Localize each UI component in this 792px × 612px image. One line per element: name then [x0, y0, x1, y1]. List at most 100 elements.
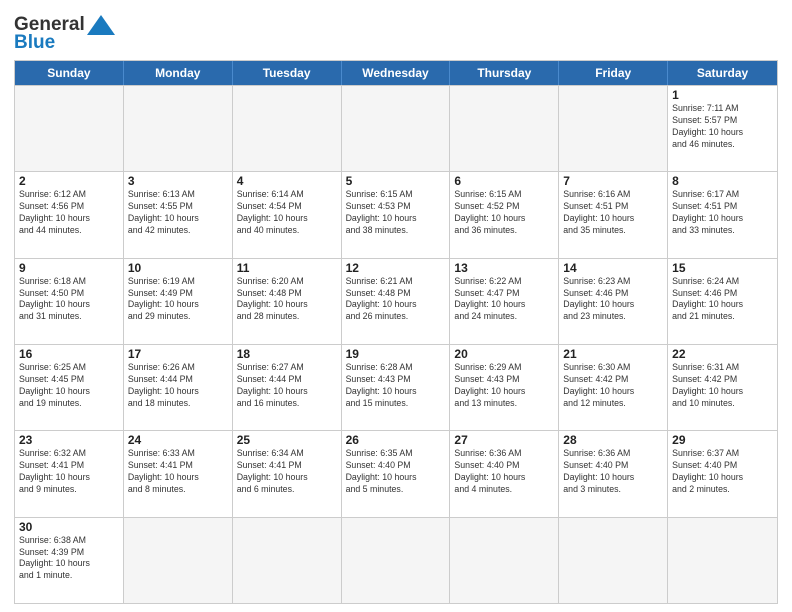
cal-cell-5-3: [342, 518, 451, 603]
day-number: 30: [19, 520, 119, 534]
cell-info: Sunrise: 6:35 AM Sunset: 4:40 PM Dayligh…: [346, 448, 446, 496]
header-day-thursday: Thursday: [450, 61, 559, 85]
cal-cell-4-3: 26Sunrise: 6:35 AM Sunset: 4:40 PM Dayli…: [342, 431, 451, 516]
day-number: 20: [454, 347, 554, 361]
day-number: 9: [19, 261, 119, 275]
header-day-tuesday: Tuesday: [233, 61, 342, 85]
cal-cell-4-4: 27Sunrise: 6:36 AM Sunset: 4:40 PM Dayli…: [450, 431, 559, 516]
calendar-row-0: 1Sunrise: 7:11 AM Sunset: 5:57 PM Daylig…: [15, 85, 777, 171]
cell-info: Sunrise: 6:27 AM Sunset: 4:44 PM Dayligh…: [237, 362, 337, 410]
calendar-header: SundayMondayTuesdayWednesdayThursdayFrid…: [15, 61, 777, 85]
cell-info: Sunrise: 6:37 AM Sunset: 4:40 PM Dayligh…: [672, 448, 773, 496]
cell-info: Sunrise: 6:23 AM Sunset: 4:46 PM Dayligh…: [563, 276, 663, 324]
cal-cell-2-4: 13Sunrise: 6:22 AM Sunset: 4:47 PM Dayli…: [450, 259, 559, 344]
cal-cell-3-0: 16Sunrise: 6:25 AM Sunset: 4:45 PM Dayli…: [15, 345, 124, 430]
cal-cell-1-0: 2Sunrise: 6:12 AM Sunset: 4:56 PM Daylig…: [15, 172, 124, 257]
cal-cell-4-0: 23Sunrise: 6:32 AM Sunset: 4:41 PM Dayli…: [15, 431, 124, 516]
cell-info: Sunrise: 6:29 AM Sunset: 4:43 PM Dayligh…: [454, 362, 554, 410]
cal-cell-1-4: 6Sunrise: 6:15 AM Sunset: 4:52 PM Daylig…: [450, 172, 559, 257]
cal-cell-1-3: 5Sunrise: 6:15 AM Sunset: 4:53 PM Daylig…: [342, 172, 451, 257]
cell-info: Sunrise: 6:13 AM Sunset: 4:55 PM Dayligh…: [128, 189, 228, 237]
cal-cell-3-6: 22Sunrise: 6:31 AM Sunset: 4:42 PM Dayli…: [668, 345, 777, 430]
day-number: 24: [128, 433, 228, 447]
cal-cell-5-2: [233, 518, 342, 603]
calendar-row-1: 2Sunrise: 6:12 AM Sunset: 4:56 PM Daylig…: [15, 171, 777, 257]
cell-info: Sunrise: 6:15 AM Sunset: 4:53 PM Dayligh…: [346, 189, 446, 237]
calendar-row-5: 30Sunrise: 6:38 AM Sunset: 4:39 PM Dayli…: [15, 517, 777, 603]
cal-cell-1-1: 3Sunrise: 6:13 AM Sunset: 4:55 PM Daylig…: [124, 172, 233, 257]
cal-cell-4-1: 24Sunrise: 6:33 AM Sunset: 4:41 PM Dayli…: [124, 431, 233, 516]
calendar: SundayMondayTuesdayWednesdayThursdayFrid…: [14, 60, 778, 604]
cal-cell-5-0: 30Sunrise: 6:38 AM Sunset: 4:39 PM Dayli…: [15, 518, 124, 603]
day-number: 7: [563, 174, 663, 188]
header-day-wednesday: Wednesday: [342, 61, 451, 85]
cell-info: Sunrise: 6:36 AM Sunset: 4:40 PM Dayligh…: [563, 448, 663, 496]
day-number: 21: [563, 347, 663, 361]
cal-cell-3-2: 18Sunrise: 6:27 AM Sunset: 4:44 PM Dayli…: [233, 345, 342, 430]
cal-cell-0-6: 1Sunrise: 7:11 AM Sunset: 5:57 PM Daylig…: [668, 86, 777, 171]
day-number: 22: [672, 347, 773, 361]
cell-info: Sunrise: 6:25 AM Sunset: 4:45 PM Dayligh…: [19, 362, 119, 410]
day-number: 27: [454, 433, 554, 447]
cal-cell-5-1: [124, 518, 233, 603]
cell-info: Sunrise: 6:38 AM Sunset: 4:39 PM Dayligh…: [19, 535, 119, 583]
cal-cell-0-0: [15, 86, 124, 171]
cell-info: Sunrise: 6:26 AM Sunset: 4:44 PM Dayligh…: [128, 362, 228, 410]
cal-cell-1-5: 7Sunrise: 6:16 AM Sunset: 4:51 PM Daylig…: [559, 172, 668, 257]
header: General Blue: [14, 10, 778, 54]
cal-cell-5-5: [559, 518, 668, 603]
logo: General Blue: [14, 14, 115, 54]
cell-info: Sunrise: 6:31 AM Sunset: 4:42 PM Dayligh…: [672, 362, 773, 410]
cal-cell-4-6: 29Sunrise: 6:37 AM Sunset: 4:40 PM Dayli…: [668, 431, 777, 516]
cal-cell-3-5: 21Sunrise: 6:30 AM Sunset: 4:42 PM Dayli…: [559, 345, 668, 430]
day-number: 11: [237, 261, 337, 275]
cal-cell-2-0: 9Sunrise: 6:18 AM Sunset: 4:50 PM Daylig…: [15, 259, 124, 344]
day-number: 1: [672, 88, 773, 102]
cell-info: Sunrise: 6:17 AM Sunset: 4:51 PM Dayligh…: [672, 189, 773, 237]
day-number: 10: [128, 261, 228, 275]
day-number: 18: [237, 347, 337, 361]
day-number: 13: [454, 261, 554, 275]
day-number: 6: [454, 174, 554, 188]
cell-info: Sunrise: 6:28 AM Sunset: 4:43 PM Dayligh…: [346, 362, 446, 410]
logo-triangle-icon: [87, 15, 115, 35]
day-number: 14: [563, 261, 663, 275]
cell-info: Sunrise: 6:12 AM Sunset: 4:56 PM Dayligh…: [19, 189, 119, 237]
cell-info: Sunrise: 6:20 AM Sunset: 4:48 PM Dayligh…: [237, 276, 337, 324]
cal-cell-2-1: 10Sunrise: 6:19 AM Sunset: 4:49 PM Dayli…: [124, 259, 233, 344]
cal-cell-4-5: 28Sunrise: 6:36 AM Sunset: 4:40 PM Dayli…: [559, 431, 668, 516]
day-number: 23: [19, 433, 119, 447]
cell-info: Sunrise: 6:21 AM Sunset: 4:48 PM Dayligh…: [346, 276, 446, 324]
cell-info: Sunrise: 6:16 AM Sunset: 4:51 PM Dayligh…: [563, 189, 663, 237]
day-number: 2: [19, 174, 119, 188]
day-number: 8: [672, 174, 773, 188]
calendar-row-3: 16Sunrise: 6:25 AM Sunset: 4:45 PM Dayli…: [15, 344, 777, 430]
cal-cell-0-4: [450, 86, 559, 171]
cal-cell-4-2: 25Sunrise: 6:34 AM Sunset: 4:41 PM Dayli…: [233, 431, 342, 516]
cal-cell-0-5: [559, 86, 668, 171]
cell-info: Sunrise: 6:36 AM Sunset: 4:40 PM Dayligh…: [454, 448, 554, 496]
cell-info: Sunrise: 6:18 AM Sunset: 4:50 PM Dayligh…: [19, 276, 119, 324]
day-number: 25: [237, 433, 337, 447]
day-number: 4: [237, 174, 337, 188]
cell-info: Sunrise: 6:15 AM Sunset: 4:52 PM Dayligh…: [454, 189, 554, 237]
day-number: 12: [346, 261, 446, 275]
cal-cell-5-4: [450, 518, 559, 603]
cal-cell-0-2: [233, 86, 342, 171]
cal-cell-5-6: [668, 518, 777, 603]
day-number: 29: [672, 433, 773, 447]
calendar-body: 1Sunrise: 7:11 AM Sunset: 5:57 PM Daylig…: [15, 85, 777, 603]
cell-info: Sunrise: 6:32 AM Sunset: 4:41 PM Dayligh…: [19, 448, 119, 496]
cal-cell-2-6: 15Sunrise: 6:24 AM Sunset: 4:46 PM Dayli…: [668, 259, 777, 344]
cal-cell-3-3: 19Sunrise: 6:28 AM Sunset: 4:43 PM Dayli…: [342, 345, 451, 430]
day-number: 17: [128, 347, 228, 361]
cal-cell-1-2: 4Sunrise: 6:14 AM Sunset: 4:54 PM Daylig…: [233, 172, 342, 257]
cal-cell-1-6: 8Sunrise: 6:17 AM Sunset: 4:51 PM Daylig…: [668, 172, 777, 257]
cell-info: Sunrise: 7:11 AM Sunset: 5:57 PM Dayligh…: [672, 103, 773, 151]
cal-cell-3-1: 17Sunrise: 6:26 AM Sunset: 4:44 PM Dayli…: [124, 345, 233, 430]
cell-info: Sunrise: 6:30 AM Sunset: 4:42 PM Dayligh…: [563, 362, 663, 410]
calendar-row-4: 23Sunrise: 6:32 AM Sunset: 4:41 PM Dayli…: [15, 430, 777, 516]
cal-cell-3-4: 20Sunrise: 6:29 AM Sunset: 4:43 PM Dayli…: [450, 345, 559, 430]
cell-info: Sunrise: 6:33 AM Sunset: 4:41 PM Dayligh…: [128, 448, 228, 496]
cell-info: Sunrise: 6:19 AM Sunset: 4:49 PM Dayligh…: [128, 276, 228, 324]
